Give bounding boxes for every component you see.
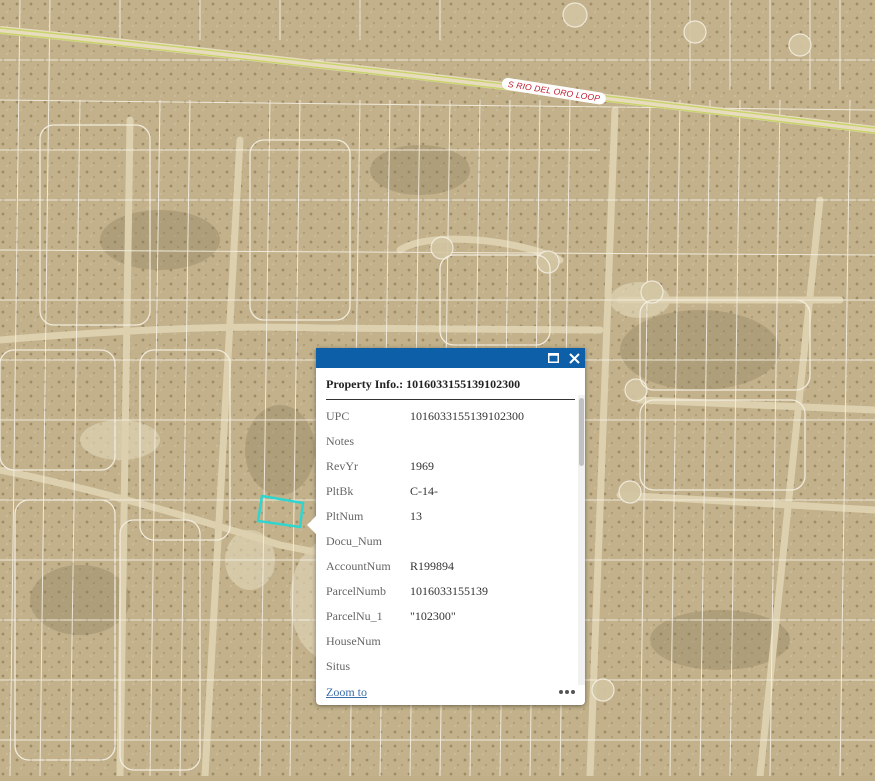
attribute-key: ParcelNu_1 (326, 609, 383, 623)
attribute-key: PltNum (326, 509, 364, 523)
attribute-value (410, 431, 566, 456)
attribute-row: Notes (326, 431, 566, 456)
attribute-key: Notes (326, 434, 354, 448)
maximize-icon[interactable] (547, 352, 560, 365)
attribute-row: UPC 1016033155139102300 (326, 406, 566, 431)
close-icon[interactable] (568, 352, 581, 365)
attribute-value: "102300" (410, 609, 456, 623)
popup-header (316, 348, 585, 368)
more-options-icon[interactable] (559, 690, 575, 694)
attribute-value: 1969 (410, 459, 434, 473)
attribute-row: Docu_Num (326, 531, 566, 556)
zoom-to-link[interactable]: Zoom to (326, 685, 367, 700)
scrollbar-thumb[interactable] (579, 398, 584, 466)
attribute-value (410, 631, 566, 656)
attribute-row: ParcelNu_1 "102300" (326, 606, 566, 631)
attribute-row: HouseNum (326, 631, 566, 656)
attribute-row: Situs (326, 656, 566, 678)
popup-footer: Zoom to (326, 685, 575, 699)
attribute-key: UPC (326, 409, 350, 423)
attribute-key: AccountNum (326, 559, 391, 573)
attribute-value: 13 (410, 509, 422, 523)
attribute-key: ParcelNumb (326, 584, 386, 598)
attribute-row: ParcelNumb 1016033155139 (326, 581, 566, 606)
attribute-table: UPC 1016033155139102300 Notes RevYr 1969 PltB… (326, 406, 566, 678)
attribute-key: RevYr (326, 459, 358, 473)
attribute-value: 1016033155139102300 (410, 409, 524, 423)
attribute-value (410, 531, 566, 556)
attribute-value: C-14- (410, 484, 438, 498)
property-popup: Property Info.: 1016033155139102300 UPC 1… (307, 348, 585, 705)
attribute-value: 1016033155139 (410, 584, 488, 598)
attribute-key: Docu_Num (326, 534, 382, 548)
attributes-panel[interactable]: UPC 1016033155139102300 Notes RevYr 1969 PltB… (316, 403, 585, 678)
attribute-value: R199894 (410, 559, 455, 573)
attribute-row: RevYr 1969 (326, 456, 566, 481)
attribute-key: Situs (326, 659, 351, 673)
attribute-key: PltBk (326, 484, 354, 498)
attribute-row: AccountNum R199894 (326, 556, 566, 581)
attribute-value (410, 656, 566, 678)
attribute-row: PltBk C-14- (326, 481, 566, 506)
popup-title: Property Info.: 1016033155139102300 (326, 377, 575, 400)
popup-pointer (307, 516, 316, 534)
attribute-row: PltNum 13 (326, 506, 566, 531)
attribute-key: HouseNum (326, 634, 381, 648)
